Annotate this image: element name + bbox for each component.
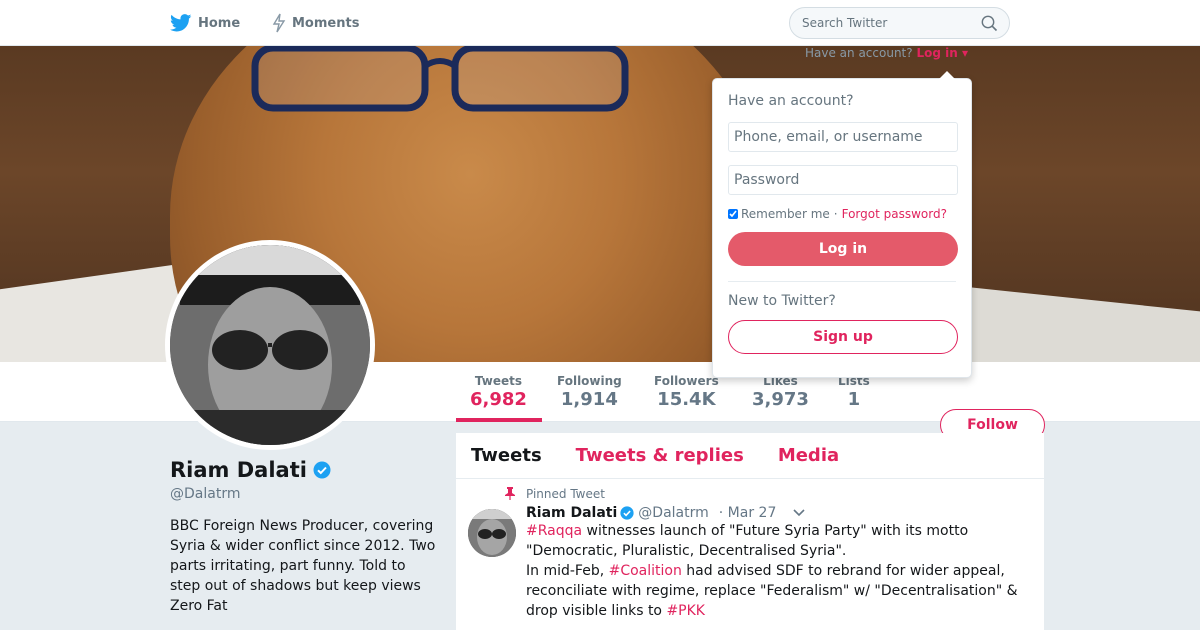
glasses-icon	[251, 46, 629, 112]
login-dropdown: Have an account? Remember me · Forgot pa…	[712, 71, 972, 378]
profile-handle[interactable]: @Dalatrm	[170, 486, 240, 502]
tweet-text-part: witnesses launch of "Future Syria Party"…	[526, 523, 969, 559]
dropdown-divider	[728, 281, 956, 282]
profile-avatar[interactable]	[165, 240, 375, 450]
pinned-tweet-label: Pinned Tweet	[505, 487, 1029, 501]
stat-lists[interactable]: Lists 1	[838, 374, 870, 410]
tweet-author-name[interactable]: Riam Dalati	[526, 505, 617, 521]
stat-value: 15.4K	[657, 389, 716, 410]
profile-name-text: Riam Dalati	[170, 458, 307, 482]
search-input[interactable]	[790, 8, 970, 38]
hashtag-raqqa[interactable]: #Raqqa	[526, 523, 582, 539]
hashtag-pkk[interactable]: #PKK	[666, 603, 705, 619]
signup-button[interactable]: Sign up	[728, 320, 958, 354]
verified-badge-icon	[313, 461, 331, 479]
stat-value: 1,914	[560, 389, 618, 410]
tweet-avatar[interactable]	[468, 509, 516, 557]
search-box[interactable]	[789, 7, 1010, 39]
forgot-password-link[interactable]: Forgot password?	[842, 207, 947, 221]
hashtag-coalition[interactable]: #Coalition	[609, 563, 682, 579]
nav-home[interactable]: Home	[170, 0, 240, 46]
bird-icon	[170, 14, 192, 32]
tweet-text-part: In mid-Feb,	[526, 563, 609, 579]
header-login-link[interactable]: Log in ▾	[916, 46, 968, 60]
stat-value: 1	[847, 389, 861, 410]
dropdown-title: Have an account?	[728, 93, 854, 109]
stat-tweets[interactable]: Tweets 6,982	[470, 374, 527, 410]
stat-label: Tweets	[474, 374, 523, 388]
stat-followers[interactable]: Followers 15.4K	[654, 374, 719, 410]
new-to-twitter-text: New to Twitter?	[728, 293, 836, 309]
tab-media[interactable]: Media	[778, 445, 839, 466]
timeline-tabs: Tweets Tweets & replies Media	[456, 433, 1044, 479]
separator-dot: ·	[833, 207, 838, 221]
tweet[interactable]: Pinned Tweet Riam Dalati @Dalatrm · Mar …	[456, 479, 1044, 621]
verified-badge-icon	[620, 506, 634, 520]
avatar-photo	[170, 245, 370, 445]
nav-home-label: Home	[198, 15, 241, 31]
search-icon[interactable]	[981, 15, 998, 32]
tweet-date[interactable]: · Mar 27	[719, 505, 777, 521]
stat-likes[interactable]: Likes 3,973	[752, 374, 809, 410]
profile-bio: BBC Foreign News Producer, covering Syri…	[170, 518, 436, 614]
tweet-text: #Raqqa witnesses launch of "Future Syria…	[526, 521, 1029, 621]
profile-name[interactable]: Riam Dalati	[170, 458, 331, 482]
remember-row: Remember me · Forgot password?	[728, 207, 956, 221]
tab-tweets[interactable]: Tweets	[471, 445, 542, 466]
password-field[interactable]	[728, 165, 958, 195]
stat-label: Following	[557, 374, 622, 388]
top-navigation-bar: Home Moments	[0, 0, 1200, 46]
nav-moments[interactable]: Moments	[272, 0, 359, 46]
chevron-down-icon[interactable]	[792, 508, 806, 518]
active-stat-underline	[456, 418, 542, 422]
remember-me-label[interactable]: Remember me	[741, 207, 830, 221]
lightning-icon	[272, 13, 286, 33]
stat-following[interactable]: Following 1,914	[557, 374, 622, 410]
header-login-prompt: Have an account? Log in ▾	[805, 46, 968, 60]
stat-value: 3,973	[752, 389, 809, 410]
tab-tweets-replies[interactable]: Tweets & replies	[576, 445, 744, 466]
remember-me-checkbox[interactable]	[728, 209, 738, 219]
stat-value: 6,982	[470, 389, 527, 410]
avatar-face-icon	[170, 245, 370, 445]
nav-moments-label: Moments	[292, 15, 360, 31]
stat-label: Followers	[654, 374, 719, 388]
login-button[interactable]: Log in	[728, 232, 958, 266]
timeline: Tweets Tweets & replies Media Pinned Twe…	[456, 433, 1044, 630]
pin-icon	[505, 487, 515, 500]
username-field[interactable]	[728, 122, 958, 152]
tweet-author-handle[interactable]: @Dalatrm	[638, 505, 708, 521]
tweet-avatar-face-icon	[468, 509, 516, 557]
have-account-text: Have an account?	[805, 46, 913, 60]
tweet-header: Riam Dalati @Dalatrm · Mar 27	[526, 505, 1029, 521]
pinned-label-text: Pinned Tweet	[526, 487, 605, 501]
